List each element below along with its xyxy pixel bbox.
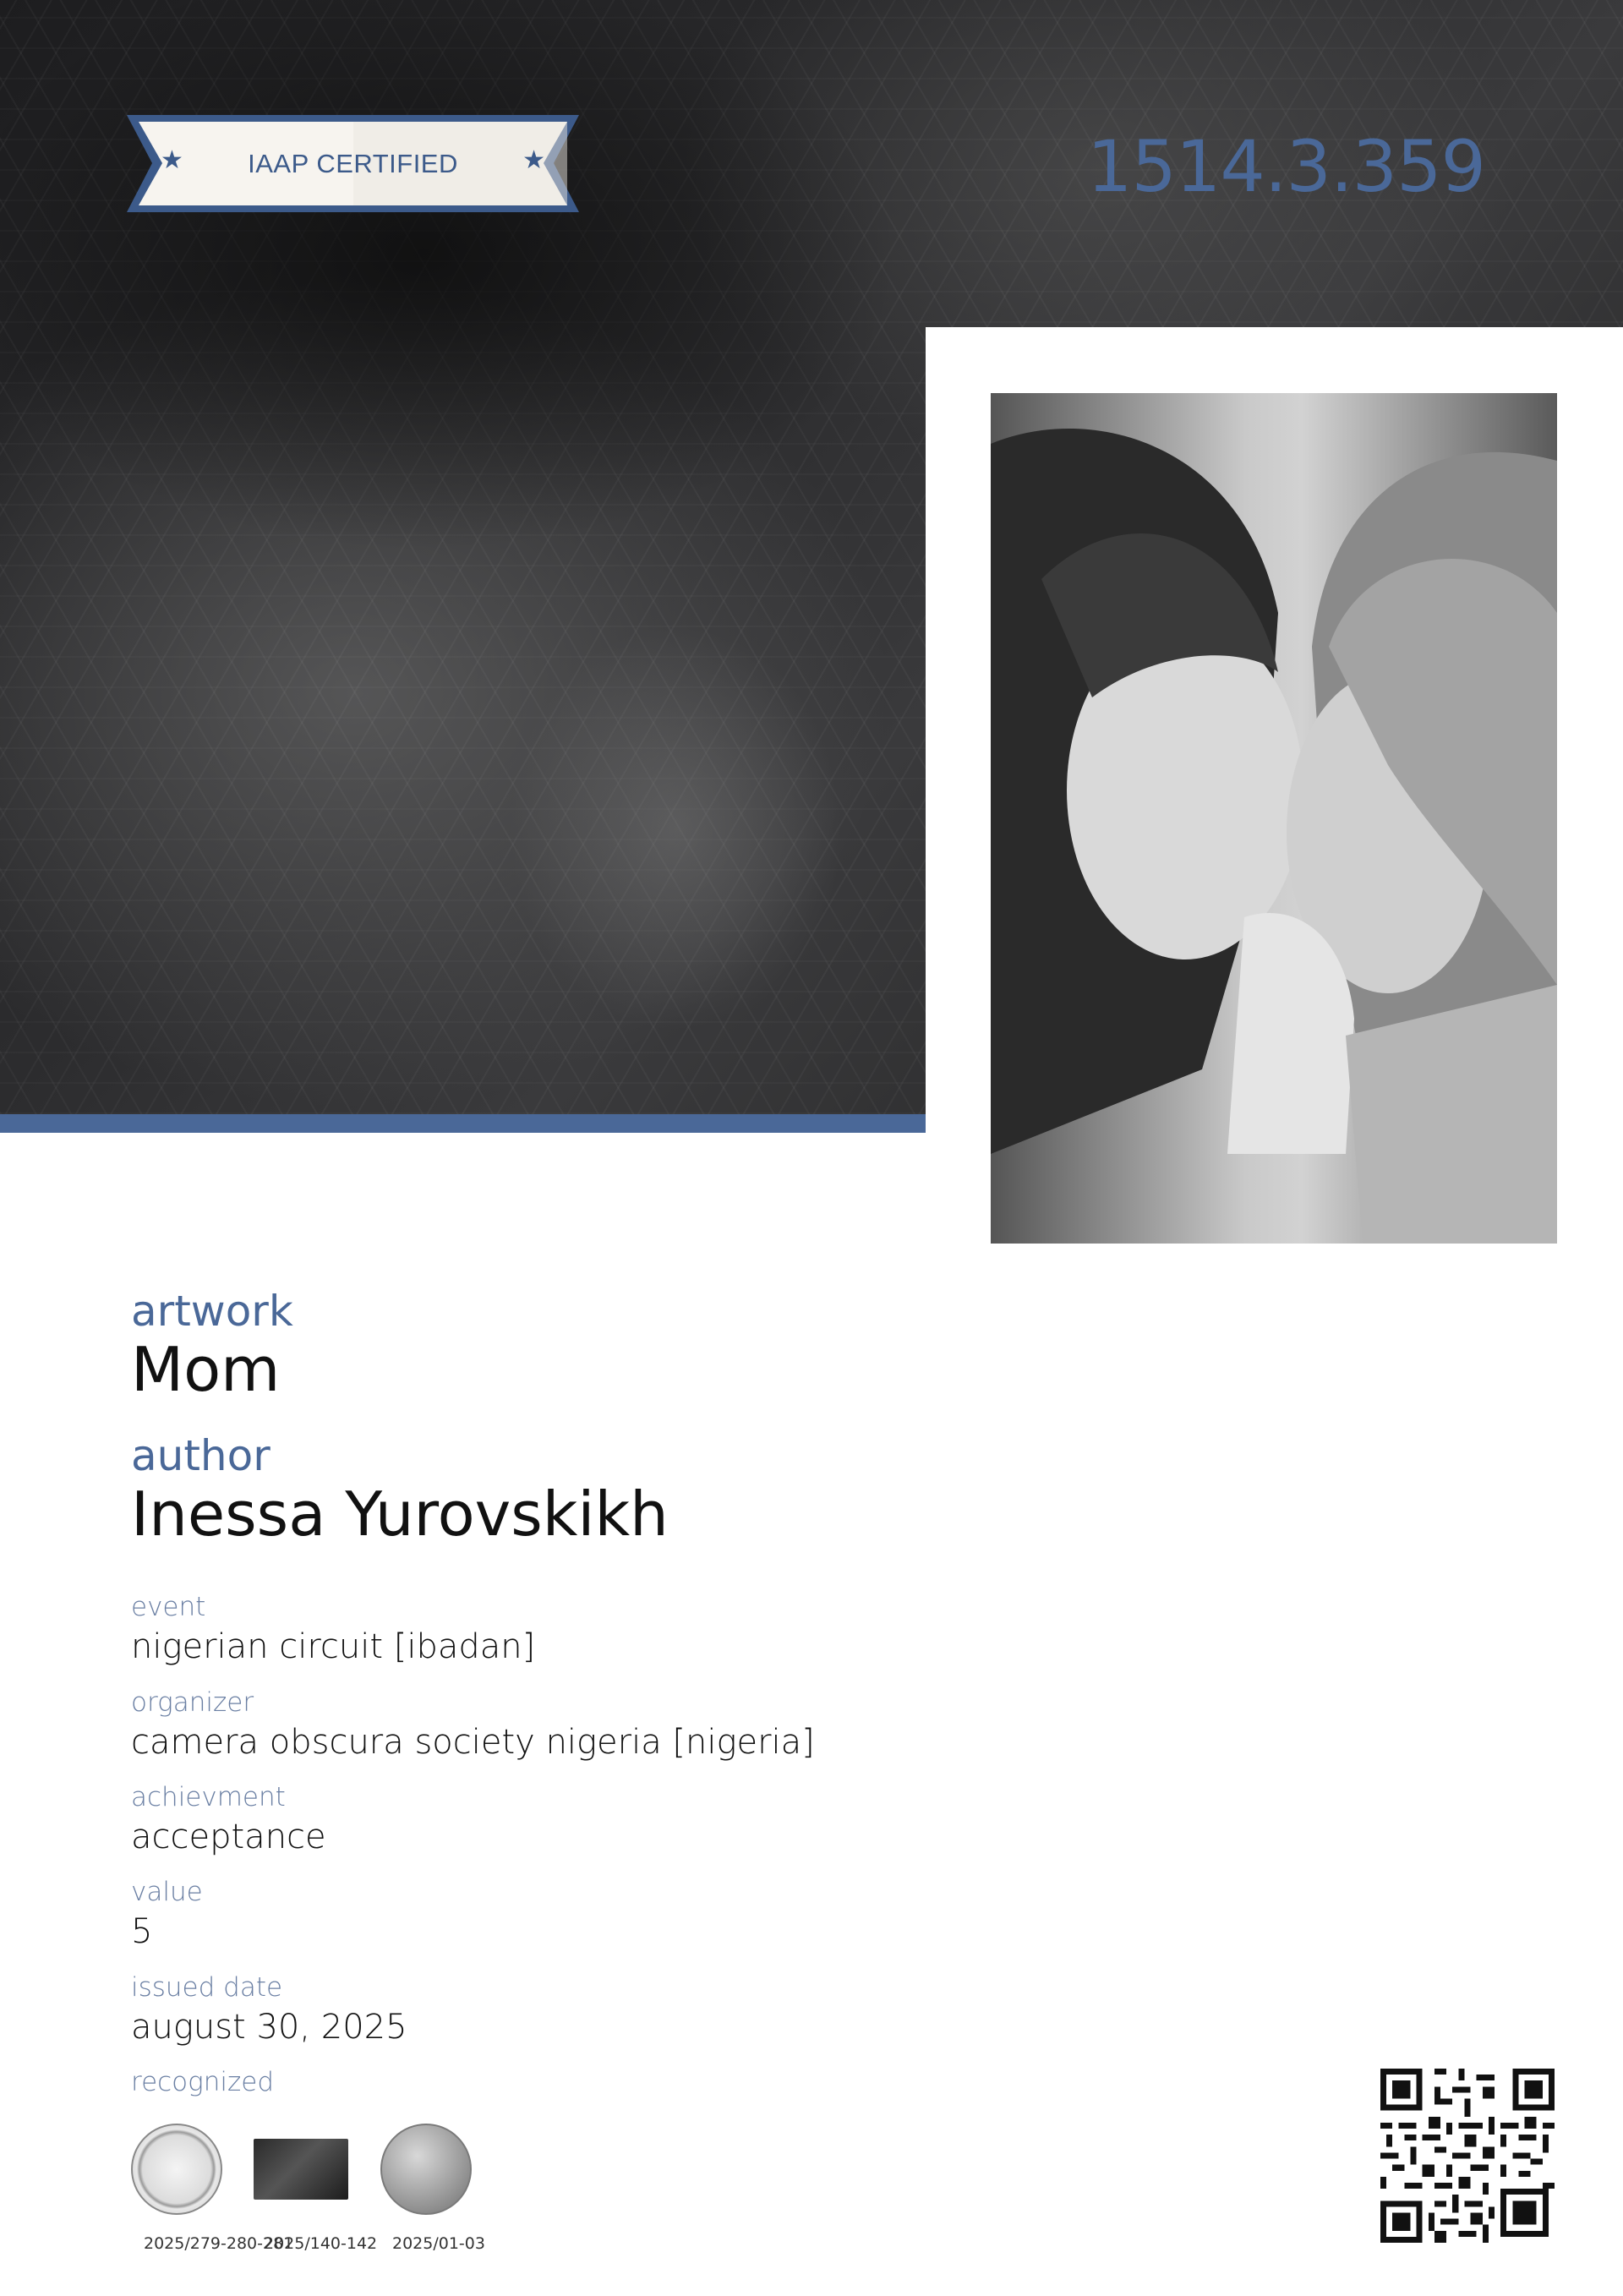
achievement-label: achievment bbox=[131, 1782, 286, 1812]
hero-face-highlight bbox=[440, 524, 913, 1116]
event-label: event bbox=[131, 1592, 206, 1622]
gpu-seal-icon bbox=[380, 2124, 472, 2215]
organizer-value: camera obscura society nigeria [nigeria] bbox=[131, 1723, 815, 1762]
recognized-label: recognized bbox=[131, 2067, 275, 2097]
artwork-photo bbox=[991, 393, 1557, 1244]
achievement-value: acceptance bbox=[131, 1818, 326, 1856]
author-label: author bbox=[131, 1431, 270, 1480]
star-icon: ★ bbox=[522, 145, 545, 175]
event-value: nigerian circuit [ibadan] bbox=[131, 1627, 536, 1666]
issued-date-value: august 30, 2025 bbox=[131, 2008, 407, 2047]
badge-label: IAAP CERTIFIED bbox=[248, 148, 458, 178]
map-logo-icon bbox=[254, 2139, 348, 2200]
recognition-ref-2: 2025/140-142 bbox=[264, 2234, 378, 2253]
fiap-seal-icon bbox=[131, 2124, 222, 2215]
artwork-label: artwork bbox=[131, 1287, 293, 1336]
certificate-number: 1514.3.359 bbox=[1087, 125, 1486, 208]
certified-badge: ★ IAAP CERTIFIED ★ bbox=[127, 115, 579, 212]
organizer-label: organizer bbox=[131, 1687, 254, 1718]
accent-bar bbox=[0, 1114, 926, 1133]
qr-code-icon[interactable] bbox=[1380, 2069, 1555, 2243]
artwork-photo-illustration bbox=[991, 393, 1557, 1244]
qr-code-graphic bbox=[1380, 2069, 1555, 2243]
issued-date-label: issued date bbox=[131, 1972, 283, 2003]
author-name: Inessa Yurovskikh bbox=[131, 1479, 669, 1550]
value-value: 5 bbox=[131, 1912, 153, 1951]
recognition-ref-3: 2025/01-03 bbox=[392, 2234, 485, 2253]
artwork-title: Mom bbox=[131, 1334, 281, 1405]
value-label: value bbox=[131, 1877, 203, 1907]
